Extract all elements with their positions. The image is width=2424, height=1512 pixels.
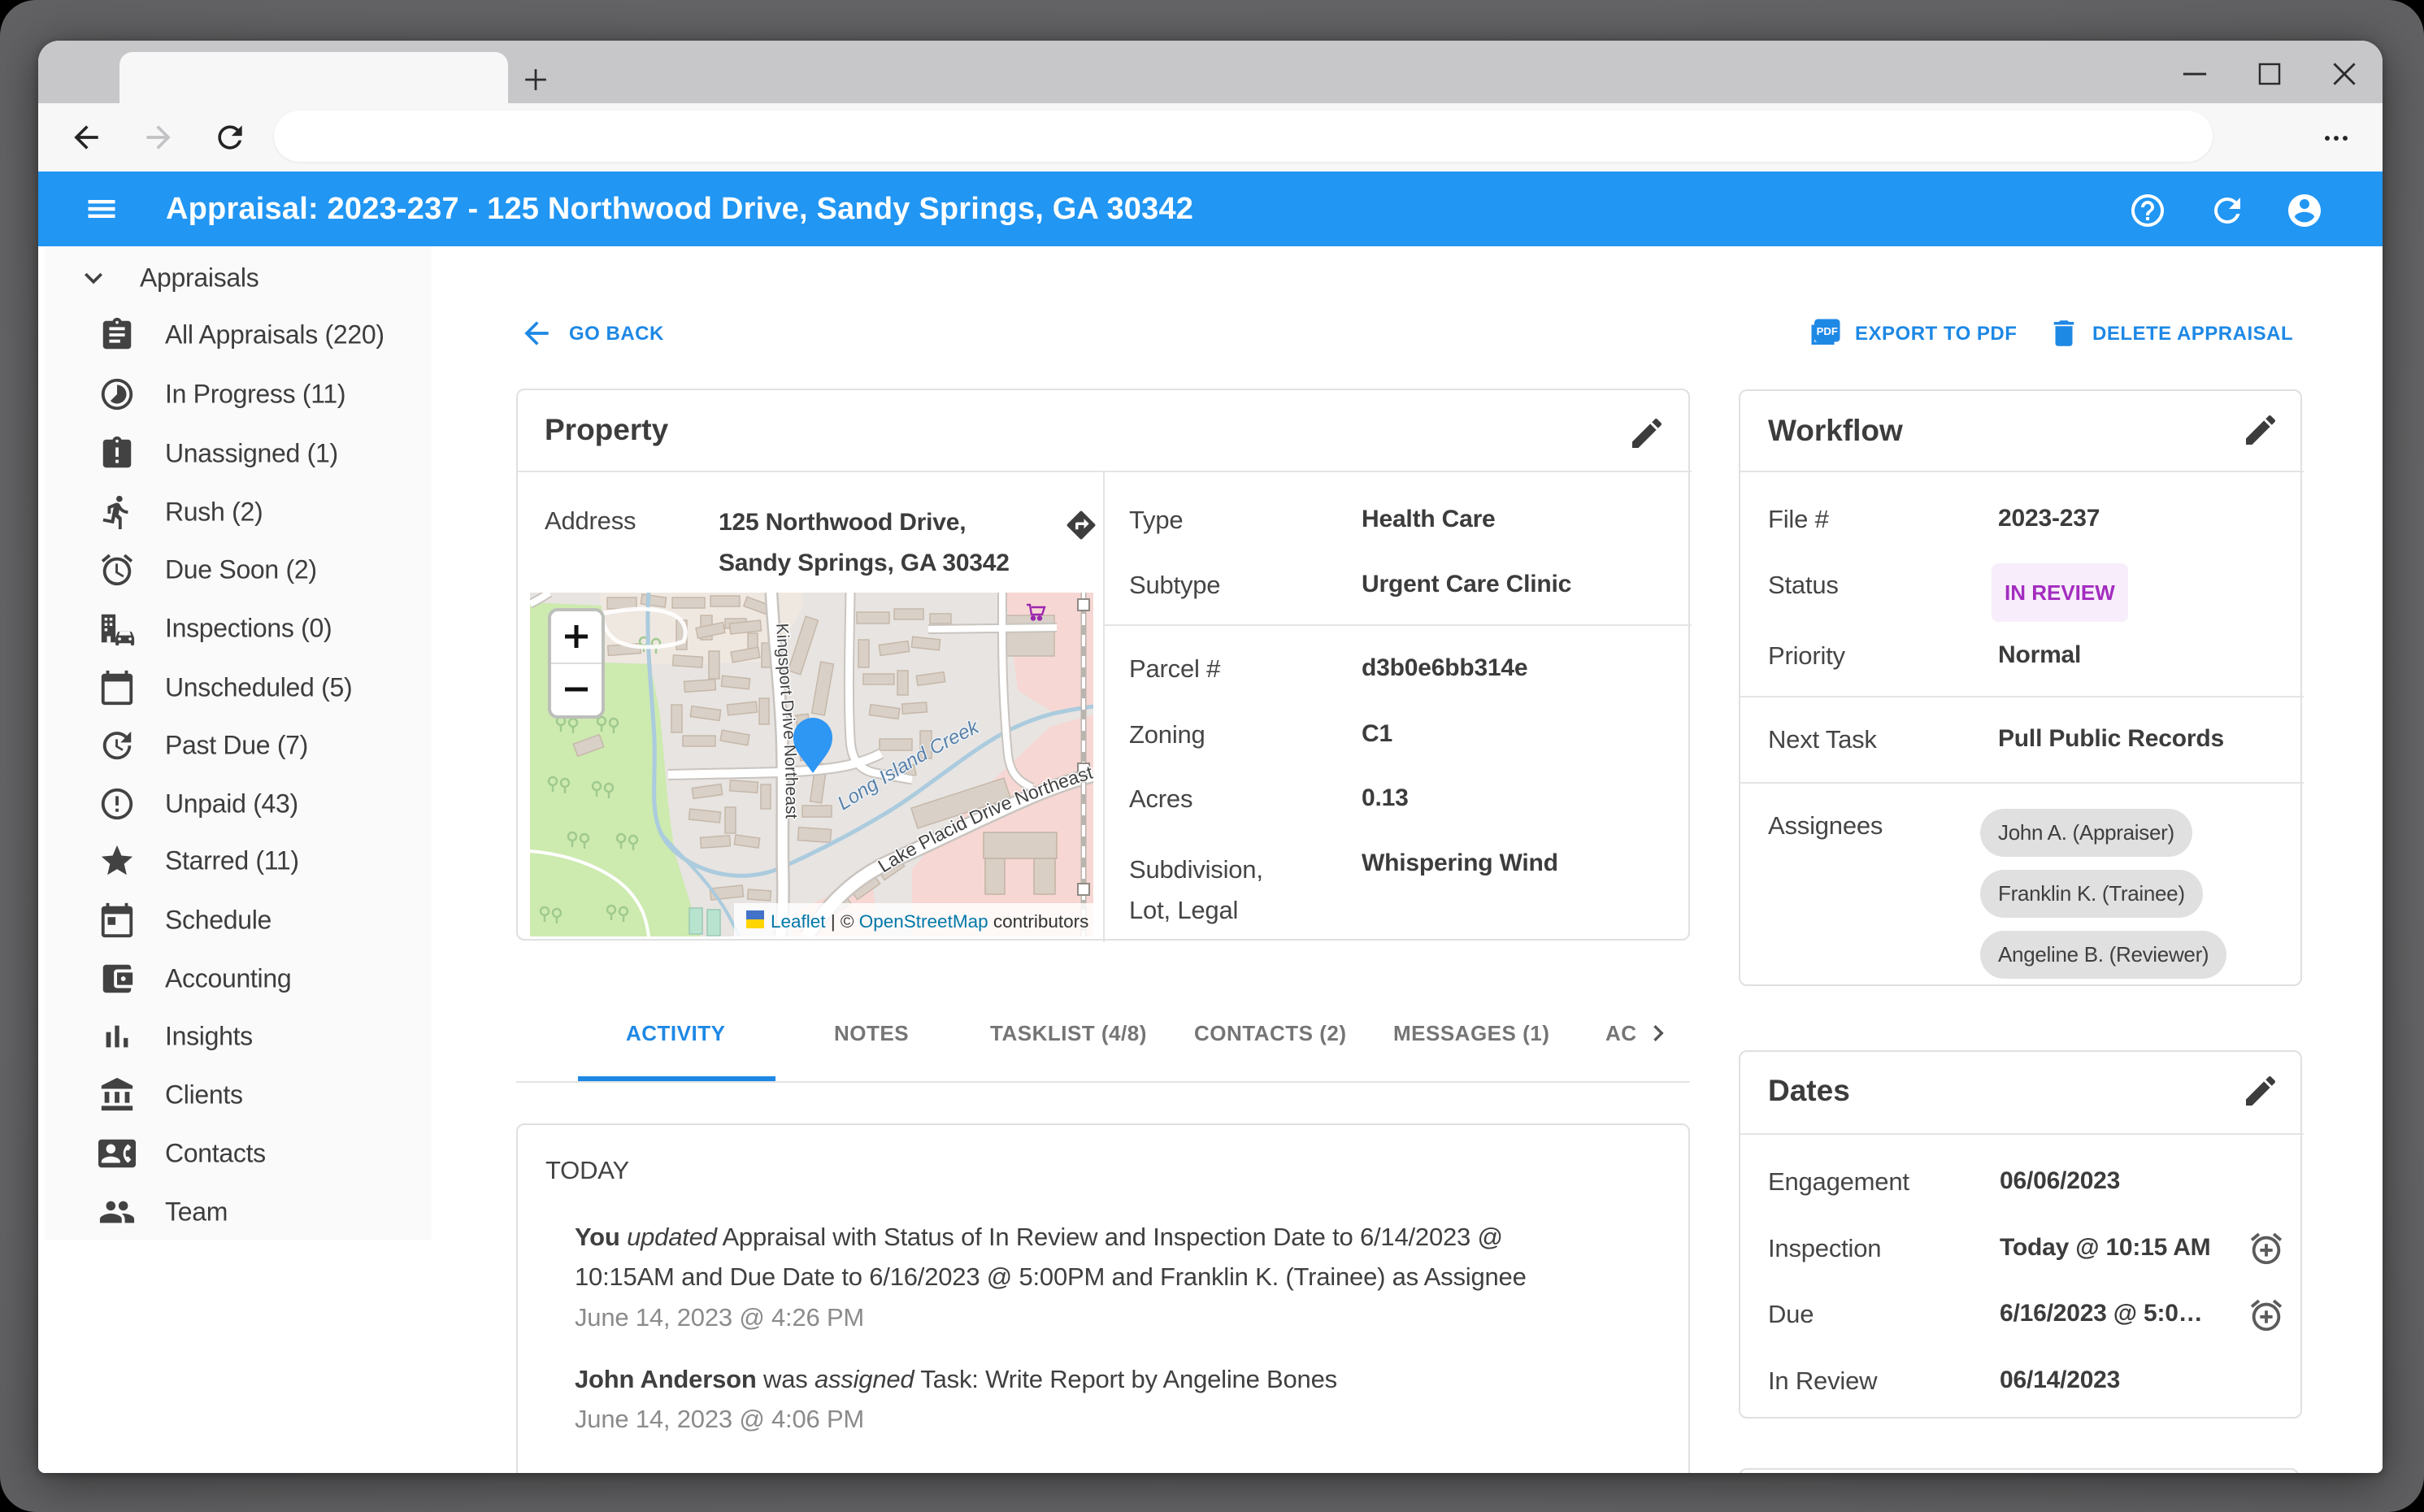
svg-text:Leaflet | © OpenStreetMap cont: Leaflet | © OpenStreetMap contributors (771, 911, 1088, 932)
svg-text:PDF: PDF (1817, 325, 1838, 337)
